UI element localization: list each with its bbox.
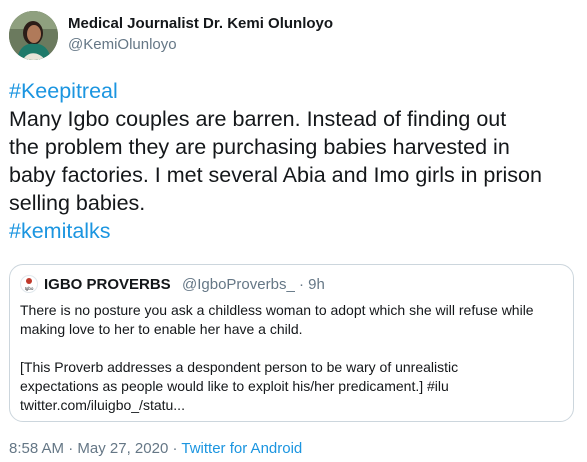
footer-separator-1: · [68, 440, 74, 457]
quoted-text: There is no posture you ask a childless … [20, 301, 568, 415]
author-name[interactable]: Medical Journalist Dr. Kemi Olunloyo [68, 15, 333, 32]
quoted-line-2: making love to her to enable her have a … [20, 321, 303, 337]
quoted-line-1: There is no posture you ask a childless … [20, 302, 534, 318]
tweet-footer: 8:58 AM · May 27, 2020 · Twitter for And… [9, 440, 302, 457]
hashtag-keepitreal[interactable]: #Keepitreal [9, 77, 587, 105]
quoted-author-name: IGBO PROVERBS [44, 276, 171, 293]
author-avatar[interactable] [9, 11, 58, 60]
quoted-tweet[interactable]: Igbo IGBO PROVERBS @IgboProverbs_ · 9h T… [9, 264, 574, 422]
quoted-author-avatar: Igbo [20, 275, 38, 293]
tweet-line-3: baby factories. I met several Abia and I… [9, 163, 542, 187]
quoted-avatar-label: Igbo [25, 286, 34, 291]
tweet-line-1: Many Igbo couples are barren. Instead of… [9, 107, 507, 131]
tweet-date[interactable]: May 27, 2020 [77, 440, 168, 457]
quoted-time: 9h [308, 276, 325, 293]
hashtag-kemitalks[interactable]: #kemitalks [9, 217, 587, 245]
tweet-time[interactable]: 8:58 AM [9, 440, 64, 457]
quoted-line-4: expectations as people would like to exp… [20, 378, 449, 394]
quoted-separator: · [298, 276, 304, 293]
tweet-line-4: selling babies. [9, 191, 146, 215]
tweet-card: Medical Journalist Dr. Kemi Olunloyo @Ke… [0, 0, 587, 462]
tweet-text: #Keepitreal Many Igbo couples are barren… [9, 77, 587, 245]
tweet-line-2: the problem they are purchasing babies h… [9, 135, 510, 159]
quoted-paragraph-gap [20, 339, 568, 358]
author-handle[interactable]: @KemiOlunloyo [68, 36, 177, 53]
quoted-line-3: [This Proverb addresses a despondent per… [20, 359, 459, 375]
quoted-author-handle: @IgboProverbs_ [182, 276, 295, 293]
quoted-meta: @IgboProverbs_ · 9h [182, 276, 325, 293]
tweet-source-link[interactable]: Twitter for Android [181, 440, 302, 457]
footer-separator-2: · [172, 440, 178, 457]
quoted-line-5: twitter.com/iluigbo_/statu... [20, 397, 185, 413]
